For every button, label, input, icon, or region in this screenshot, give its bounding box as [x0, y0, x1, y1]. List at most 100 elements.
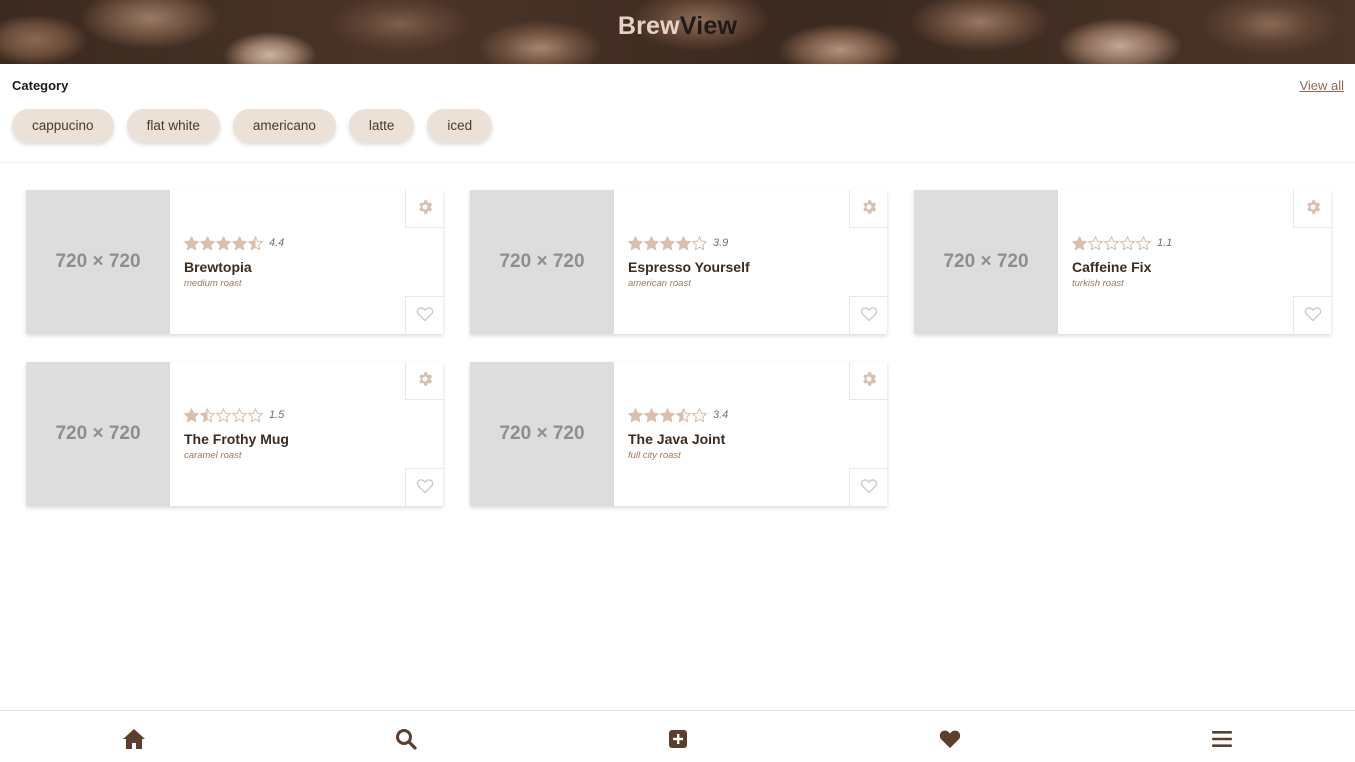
star-icon — [200, 235, 215, 251]
rating-value: 1.5 — [269, 409, 285, 421]
star-rating: 3.4 — [628, 407, 728, 423]
star-icon — [644, 235, 659, 251]
heart-outline-icon — [860, 306, 878, 326]
coffee-card[interactable]: 720 × 720 1.5 The Frothy Mug caramel roa… — [26, 362, 443, 506]
roast-type: caramel roast — [184, 450, 242, 461]
star-icon — [200, 407, 215, 423]
category-chip-americano[interactable]: americano — [232, 109, 336, 142]
heart-outline-icon — [1304, 306, 1322, 326]
nav-menu-button[interactable] — [1209, 726, 1235, 752]
settings-button[interactable] — [405, 362, 443, 400]
card-image-placeholder: 720 × 720 — [26, 190, 170, 334]
roast-type: american roast — [628, 278, 691, 289]
bottom-navigation — [0, 710, 1355, 762]
category-chip-iced[interactable]: iced — [427, 109, 493, 142]
star-icon — [644, 407, 659, 423]
plus-square-icon — [669, 730, 687, 748]
coffee-card[interactable]: 720 × 720 4.4 Brewtopia medium roast — [26, 190, 443, 334]
roast-type: turkish roast — [1072, 278, 1124, 289]
star-icon — [1072, 235, 1087, 251]
shop-name: The Frothy Mug — [184, 431, 289, 447]
card-info: 3.9 Espresso Yourself american roast — [628, 235, 750, 289]
star-icon — [216, 235, 231, 251]
coffee-shop-grid: 720 × 720 4.4 Brewtopia medium roast 720… — [26, 190, 1332, 506]
star-icon — [184, 407, 199, 423]
star-icon — [1136, 235, 1151, 251]
category-heading: Category — [12, 78, 69, 93]
shop-name: Brewtopia — [184, 259, 252, 275]
rating-value: 1.1 — [1157, 237, 1173, 249]
star-icon — [248, 235, 263, 251]
star-icon — [660, 235, 675, 251]
star-rating: 1.5 — [184, 407, 289, 423]
star-icon — [660, 407, 675, 423]
heart-icon — [939, 730, 961, 749]
gear-icon — [416, 198, 434, 220]
favorite-button[interactable] — [849, 468, 887, 506]
nav-search-button[interactable] — [393, 726, 419, 752]
shop-name: The Java Joint — [628, 431, 726, 447]
star-icon — [692, 235, 707, 251]
coffee-card[interactable]: 720 × 720 3.9 Espresso Yourself american… — [470, 190, 887, 334]
card-image-placeholder: 720 × 720 — [470, 190, 614, 334]
card-image-placeholder: 720 × 720 — [26, 362, 170, 506]
gear-icon — [860, 370, 878, 392]
star-rating: 3.9 — [628, 235, 750, 251]
card-image-placeholder: 720 × 720 — [470, 362, 614, 506]
star-rating: 4.4 — [184, 235, 284, 251]
nav-favorites-button[interactable] — [937, 726, 963, 752]
nav-home-button[interactable] — [121, 726, 147, 752]
star-icon — [232, 407, 247, 423]
favorite-button[interactable] — [849, 296, 887, 334]
card-image-placeholder: 720 × 720 — [914, 190, 1058, 334]
star-icon — [692, 407, 707, 423]
heart-outline-icon — [416, 478, 434, 498]
settings-button[interactable] — [849, 190, 887, 228]
app-title-brew: Brew — [617, 12, 680, 40]
shop-name: Caffeine Fix — [1072, 259, 1152, 275]
star-icon — [676, 407, 691, 423]
category-chips: cappucino flat white americano latte ice… — [12, 109, 493, 142]
settings-button[interactable] — [1293, 190, 1331, 228]
star-icon — [628, 235, 643, 251]
star-icon — [676, 235, 691, 251]
card-info: 1.5 The Frothy Mug caramel roast — [184, 407, 289, 461]
coffee-card[interactable]: 720 × 720 1.1 Caffeine Fix turkish roast — [914, 190, 1331, 334]
rating-value: 3.9 — [713, 237, 729, 249]
heart-outline-icon — [416, 306, 434, 326]
gear-icon — [860, 198, 878, 220]
app-title: BrewView — [0, 12, 1355, 41]
category-chip-flat-white[interactable]: flat white — [126, 109, 220, 142]
rating-value: 3.4 — [713, 409, 729, 421]
search-icon — [396, 729, 417, 750]
settings-button[interactable] — [405, 190, 443, 228]
favorite-button[interactable] — [1293, 296, 1331, 334]
menu-icon — [1212, 731, 1232, 747]
star-icon — [184, 235, 199, 251]
category-chip-latte[interactable]: latte — [348, 109, 415, 142]
star-icon — [1120, 235, 1135, 251]
star-icon — [232, 235, 247, 251]
app-title-view: View — [679, 12, 738, 40]
shop-name: Espresso Yourself — [628, 259, 750, 275]
card-info: 1.1 Caffeine Fix turkish roast — [1072, 235, 1172, 289]
gear-icon — [416, 370, 434, 392]
coffee-card[interactable]: 720 × 720 3.4 The Java Joint full city r… — [470, 362, 887, 506]
settings-button[interactable] — [849, 362, 887, 400]
heart-outline-icon — [860, 478, 878, 498]
star-icon — [1088, 235, 1103, 251]
favorite-button[interactable] — [405, 296, 443, 334]
card-info: 4.4 Brewtopia medium roast — [184, 235, 284, 289]
card-info: 3.4 The Java Joint full city roast — [628, 407, 728, 461]
roast-type: full city roast — [628, 450, 681, 461]
rating-value: 4.4 — [269, 237, 285, 249]
nav-add-button[interactable] — [665, 726, 691, 752]
star-icon — [628, 407, 643, 423]
star-icon — [1104, 235, 1119, 251]
view-all-link[interactable]: View all — [1299, 78, 1344, 93]
section-divider — [0, 162, 1355, 163]
category-chip-cappucino[interactable]: cappucino — [12, 109, 114, 142]
star-icon — [216, 407, 231, 423]
favorite-button[interactable] — [405, 468, 443, 506]
home-icon — [123, 729, 145, 749]
